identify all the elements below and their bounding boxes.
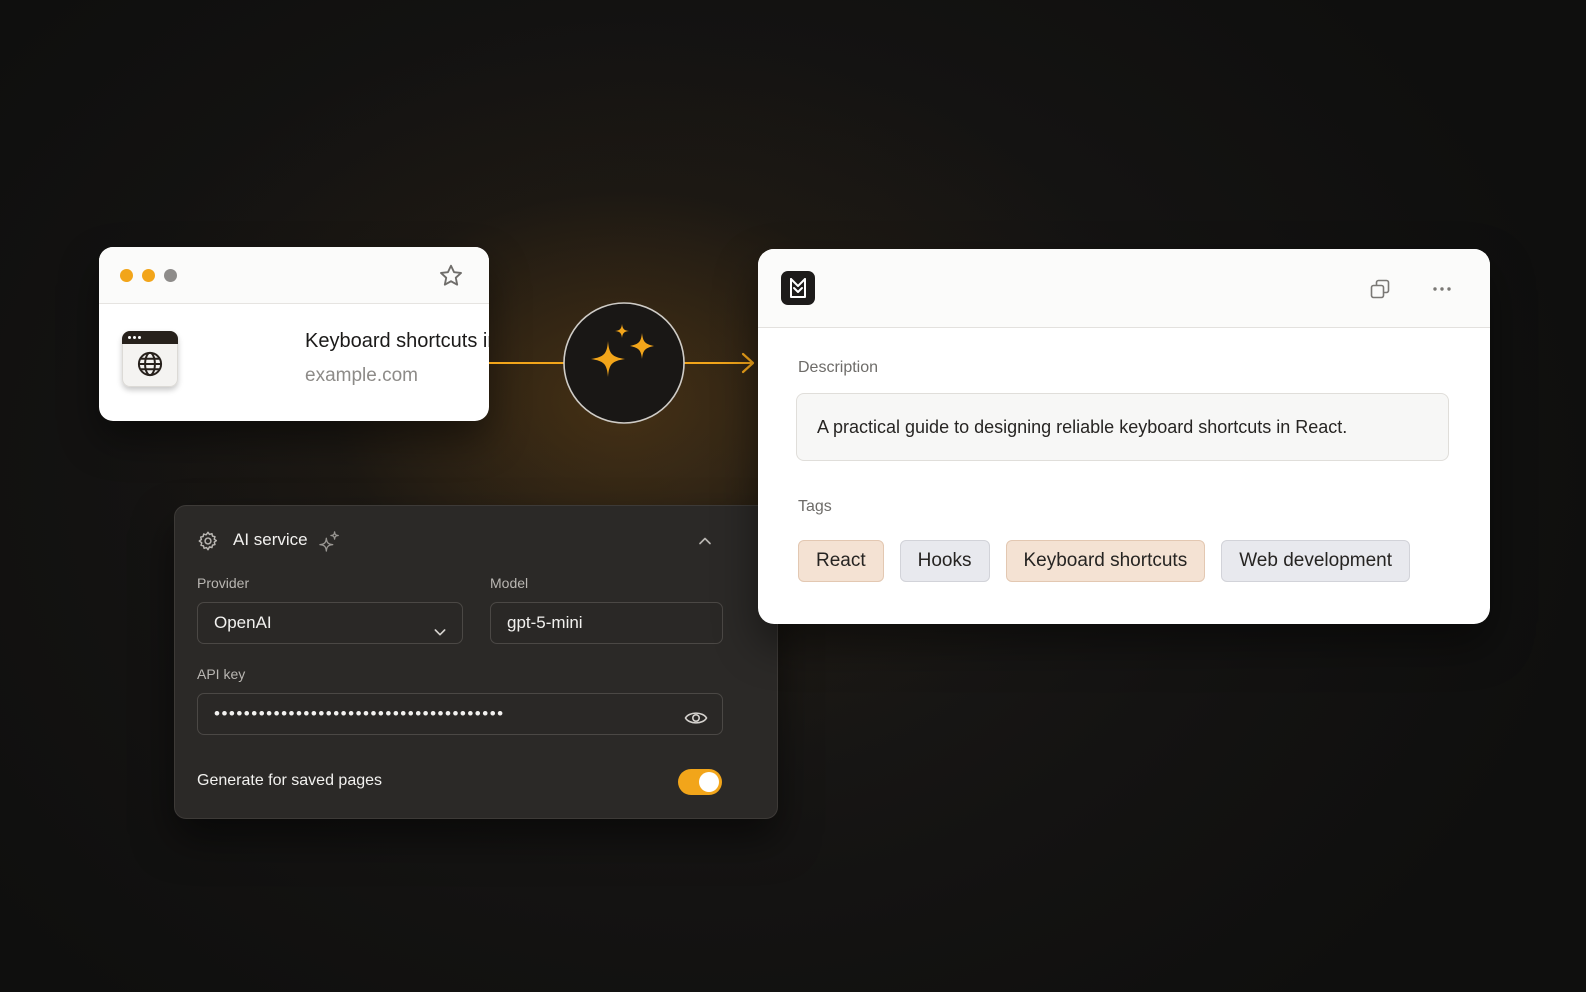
chevron-up-icon[interactable] (695, 531, 715, 551)
api-key-label: API key (197, 666, 246, 682)
model-label: Model (490, 575, 529, 591)
generate-toggle[interactable] (678, 769, 722, 795)
provider-select[interactable]: OpenAI (197, 602, 463, 644)
tag-keyboard-shortcuts[interactable]: Keyboard shortcuts (1005, 540, 1206, 582)
description-field[interactable]: A practical guide to designing reliable … (796, 393, 1449, 461)
tag-react[interactable]: React (798, 540, 884, 582)
bookmark-card[interactable]: Keyboard shortcuts in React example.com (99, 247, 489, 421)
generate-toggle-label: Generate for saved pages (197, 772, 383, 789)
ai-connector (489, 302, 755, 424)
bookmark-card-titlebar (99, 247, 489, 304)
tags-label: Tags (798, 498, 832, 515)
sparkles-icon (319, 530, 341, 552)
chevron-down-icon (432, 615, 448, 636)
star-icon[interactable] (437, 262, 465, 290)
model-value: gpt-5-mini (507, 613, 583, 632)
toggle-knob (699, 772, 719, 792)
tag-web-development[interactable]: Web development (1221, 540, 1411, 582)
ai-node-circle (563, 302, 685, 424)
tag-hooks[interactable]: Hooks (899, 540, 990, 582)
globe-icon (137, 351, 163, 377)
provider-label: Provider (197, 575, 250, 591)
model-input[interactable]: gpt-5-mini (490, 602, 723, 644)
site-favicon (122, 331, 178, 387)
bookmark-url: example.com (305, 365, 418, 386)
more-icon[interactable] (1430, 277, 1454, 301)
panel-title: AI service (233, 530, 308, 549)
provider-value: OpenAI (214, 613, 272, 632)
api-key-input[interactable]: ••••••••••••••••••••••••••••••••••••••• (197, 693, 723, 735)
bookmark-title[interactable]: Keyboard shortcuts in React (305, 330, 489, 353)
window-dot-3 (164, 269, 177, 282)
gear-icon (197, 530, 219, 552)
window-dot-2 (142, 269, 155, 282)
eye-icon[interactable] (684, 704, 708, 726)
window-dot-1 (120, 269, 133, 282)
result-card: Description A practical guide to designi… (758, 249, 1490, 624)
copy-icon[interactable] (1368, 277, 1392, 301)
ai-service-panel: AI service Provider OpenAI Model gpt-5-m… (174, 505, 778, 819)
result-card-header (758, 249, 1490, 328)
api-key-masked-value: ••••••••••••••••••••••••••••••••••••••• (214, 704, 505, 723)
tags-list: React Hooks Keyboard shortcuts Web devel… (798, 540, 1411, 582)
canvas: Keyboard shortcuts in React example.com … (0, 0, 1586, 992)
app-logo-icon (781, 271, 815, 305)
description-label: Description (798, 359, 879, 376)
